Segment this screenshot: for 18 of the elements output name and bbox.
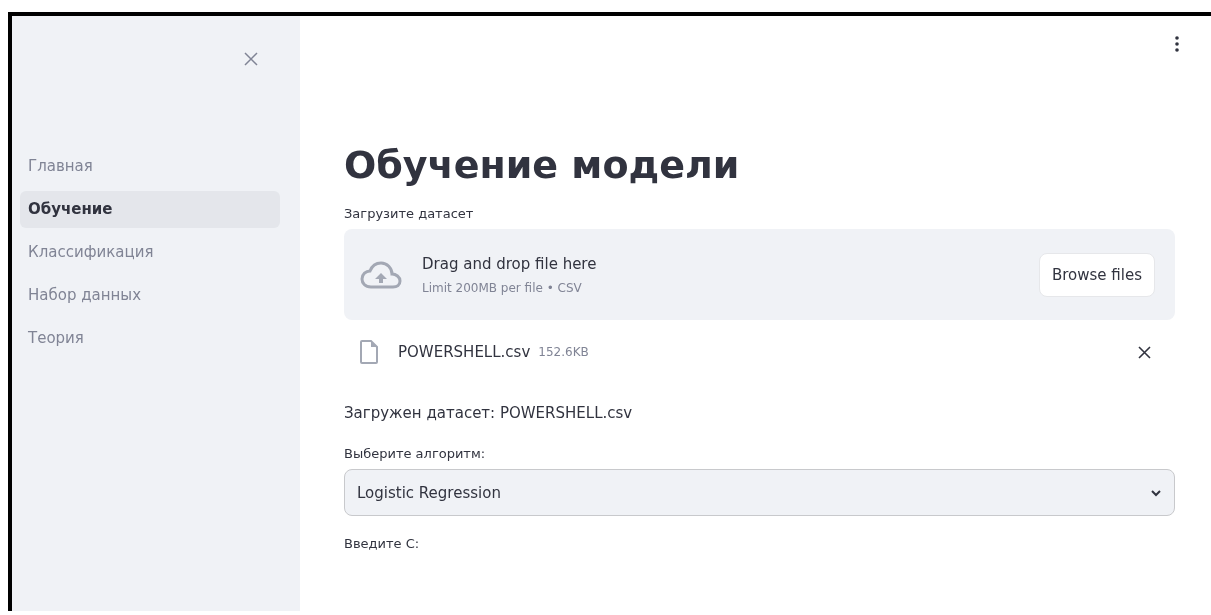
dropzone-prompt: Drag and drop file here [422,254,598,273]
file-dropzone[interactable]: Drag and drop file here Limit 200MB per file • CSV Browse files [344,229,1175,320]
page-title: Обучение модели [344,142,741,189]
file-icon [360,340,378,364]
field-label: Введите C: [344,536,421,551]
dropzone-limit: Limit 200MB per file • CSV [422,280,583,295]
file-size: 152.6KB [538,345,590,359]
chevron-down-icon [1150,488,1162,497]
field-label: Выберите алгоритм: [344,446,487,461]
more-menu-icon[interactable] [1175,36,1179,52]
close-icon[interactable] [1138,345,1151,359]
field-label: Загрузите датасет [344,206,475,221]
sidebar-item[interactable]: Обучение [20,191,280,228]
browse-files-button[interactable]: Browse files [1038,252,1155,297]
status-text: Загружен датасет: POWERSHELL.csv [344,404,634,422]
file-name: POWERSHELL.csv [398,343,531,361]
cloud-upload-icon [360,260,402,289]
algorithm-select[interactable]: Logistic Regression [344,469,1175,516]
